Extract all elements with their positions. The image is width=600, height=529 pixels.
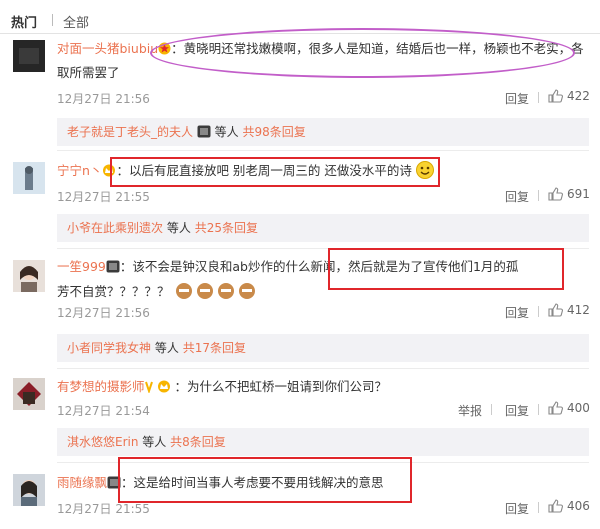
avatar[interactable]: [13, 260, 45, 292]
sub-reply-mid: 等人: [214, 125, 239, 139]
thumb-up-icon: [548, 89, 563, 103]
sub-reply-summary[interactable]: 老子就是丁老头_的夫人 等人 共98条回复: [57, 118, 589, 146]
vip-badge-icon: [106, 258, 120, 280]
comment-item: 有梦想的摄影师 ：为什么不把虹桥一姐请到你们公司？ 12月27日 21:54 举报…: [0, 374, 600, 424]
action-divider: [491, 404, 492, 415]
action-divider: [538, 502, 539, 513]
comment-time: 12月27日 21:56: [57, 306, 150, 320]
reply-button[interactable]: 回复: [505, 188, 529, 205]
action-divider: [538, 306, 539, 317]
avatar-image-icon: [13, 260, 45, 292]
thumb-up-icon: [548, 499, 563, 513]
avatar[interactable]: [13, 378, 45, 410]
sub-reply-summary[interactable]: 小爷在此乘别遗次 等人 共25条回复: [57, 214, 589, 242]
thumb-up-icon: [548, 303, 563, 317]
cat-emoji-icon: [174, 280, 260, 307]
comment-time: 12月27日 21:54: [57, 404, 150, 418]
like-button[interactable]: 422: [548, 89, 590, 103]
reply-button[interactable]: 回复: [505, 402, 529, 419]
sub-reply-count[interactable]: 共98条回复: [243, 125, 306, 139]
thumb-up-icon: [548, 187, 563, 201]
sub-reply-mid: 等人: [142, 435, 167, 449]
comment-username[interactable]: 对面一头猪biubiu: [57, 41, 158, 56]
like-count: 400: [567, 401, 590, 415]
like-count: 422: [567, 89, 590, 103]
comment-username[interactable]: 一笙999: [57, 259, 106, 274]
like-button[interactable]: 691: [548, 187, 590, 201]
sub-reply-count[interactable]: 共8条回复: [170, 435, 226, 449]
vip-badge-icon: [197, 120, 211, 148]
sub-reply-mid: 等人: [154, 341, 179, 355]
sub-reply-user[interactable]: 小者同学我女神: [67, 341, 151, 355]
reply-button[interactable]: 回复: [505, 500, 529, 517]
comment-text: 有梦想的摄影师 ：为什么不把虹桥一姐请到你们公司？: [57, 376, 587, 400]
sub-reply-user[interactable]: 淇水悠悠Erin: [67, 435, 138, 449]
like-count: 406: [567, 499, 590, 513]
report-button[interactable]: 举报: [458, 402, 482, 419]
avatar-image-icon: [13, 474, 45, 506]
highlight-box: [118, 457, 412, 503]
avatar-image-icon: [13, 378, 45, 410]
action-divider: [538, 190, 539, 201]
avatar-image-icon: [13, 162, 45, 194]
highlight-box: [328, 248, 564, 290]
comment-time: 12月27日 21:55: [57, 190, 150, 204]
sub-reply-user[interactable]: 小爷在此乘别遗次: [67, 221, 163, 235]
like-button[interactable]: 412: [548, 303, 590, 317]
action-divider: [538, 404, 539, 415]
tab-divider: [52, 14, 53, 26]
comment-body: ：为什么不把虹桥一姐请到你们公司？: [174, 379, 388, 394]
like-button[interactable]: 400: [548, 401, 590, 415]
sub-reply-count[interactable]: 共17条回复: [183, 341, 246, 355]
comment-divider: [57, 368, 589, 369]
like-count: 691: [567, 187, 590, 201]
comment-username[interactable]: 宁宁n丶: [57, 163, 102, 178]
like-count: 412: [567, 303, 590, 317]
sub-reply-mid: 等人: [166, 221, 191, 235]
highlight-ellipse: [150, 28, 575, 78]
highlight-box: [110, 157, 440, 187]
action-divider: [538, 92, 539, 103]
comment-username[interactable]: 雨随缘飘: [57, 475, 107, 490]
like-button[interactable]: 406: [548, 499, 590, 513]
avatar[interactable]: [13, 162, 45, 194]
reply-button[interactable]: 回复: [505, 304, 529, 321]
avatar[interactable]: [13, 474, 45, 506]
avatar-image-icon: [13, 40, 45, 72]
reply-button[interactable]: 回复: [505, 90, 529, 107]
tab-hot[interactable]: 热门: [11, 12, 37, 31]
sub-reply-summary[interactable]: 淇水悠悠Erin 等人 共8条回复: [57, 428, 589, 456]
sub-reply-user[interactable]: 老子就是丁老头_的夫人: [67, 125, 193, 139]
comment-time: 12月27日 21:56: [57, 92, 150, 106]
avatar[interactable]: [13, 40, 45, 72]
tab-all[interactable]: 全部: [63, 12, 89, 31]
thumb-up-icon: [548, 401, 563, 415]
comment-username[interactable]: 有梦想的摄影师: [57, 379, 145, 394]
crown-badge-icon: [144, 378, 175, 400]
sub-reply-count[interactable]: 共25条回复: [195, 221, 258, 235]
comment-divider: [57, 150, 589, 151]
sub-reply-summary[interactable]: 小者同学我女神 等人 共17条回复: [57, 334, 589, 362]
